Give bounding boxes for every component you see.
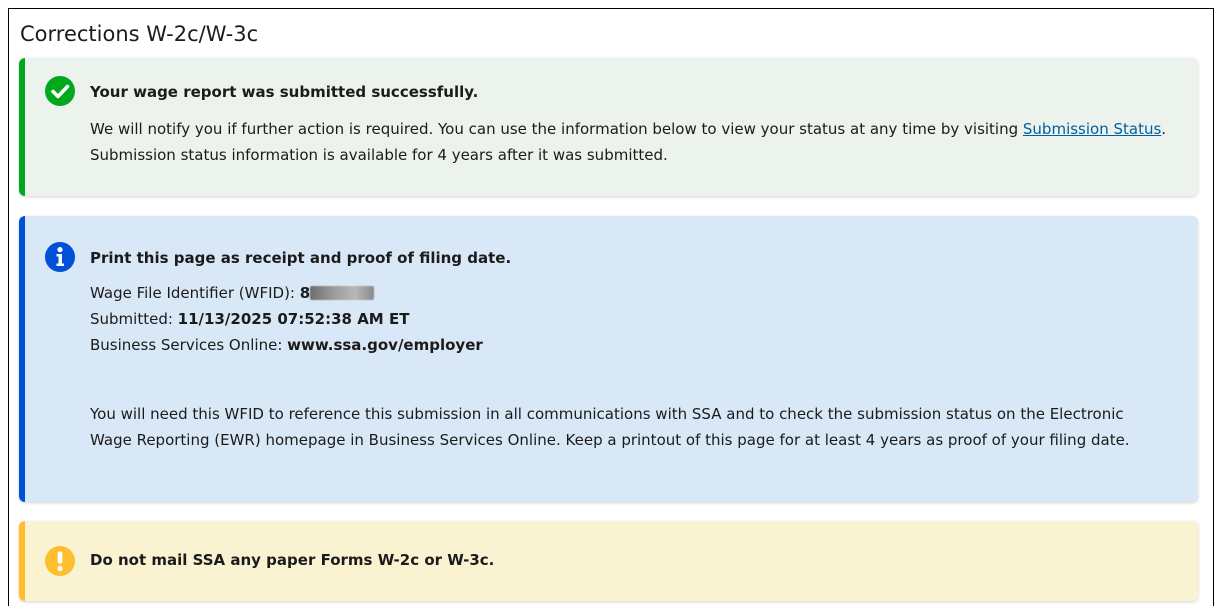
success-alert: Your wage report was submitted successfu… [19, 58, 1198, 196]
success-alert-heading: Your wage report was submitted successfu… [90, 83, 479, 101]
wfid-row: Wage File Identifier (WFID): 8 [90, 280, 1168, 306]
info-alert: Print this page as receipt and proof of … [19, 216, 1198, 502]
submitted-value: 11/13/2025 07:52:38 AM ET [177, 310, 410, 328]
success-alert-body: We will notify you if further action is … [90, 116, 1168, 168]
bso-row: Business Services Online: www.ssa.gov/em… [90, 332, 1168, 358]
warning-alert: Do not mail SSA any paper Forms W-2c or … [19, 521, 1198, 601]
success-alert-text-start: We will notify you if further action is … [90, 120, 1023, 138]
submitted-row: Submitted: 11/13/2025 07:52:38 AM ET [90, 306, 1168, 332]
submission-status-link[interactable]: Submission Status [1023, 120, 1161, 138]
bso-value: www.ssa.gov/employer [287, 336, 483, 354]
info-circle-icon [45, 242, 75, 272]
bso-label: Business Services Online: [90, 336, 288, 354]
info-alert-note: You will need this WFID to reference thi… [90, 405, 1130, 449]
exclamation-circle-icon [45, 546, 75, 576]
success-alert-accent-bar [19, 58, 25, 196]
warning-alert-heading: Do not mail SSA any paper Forms W-2c or … [90, 551, 495, 569]
wfid-value: 8 [299, 284, 311, 302]
wfid-label: Wage File Identifier (WFID): [90, 284, 300, 302]
page-title: Corrections W-2c/W-3c [20, 22, 259, 46]
check-circle-icon [45, 76, 75, 106]
info-alert-details: Wage File Identifier (WFID): 8 Submitted… [90, 280, 1168, 358]
info-alert-heading: Print this page as receipt and proof of … [90, 249, 512, 267]
info-alert-accent-bar [19, 216, 25, 502]
warning-alert-accent-bar [19, 521, 25, 601]
wfid-redacted-mask [310, 286, 375, 300]
submitted-label: Submitted: [90, 310, 178, 328]
